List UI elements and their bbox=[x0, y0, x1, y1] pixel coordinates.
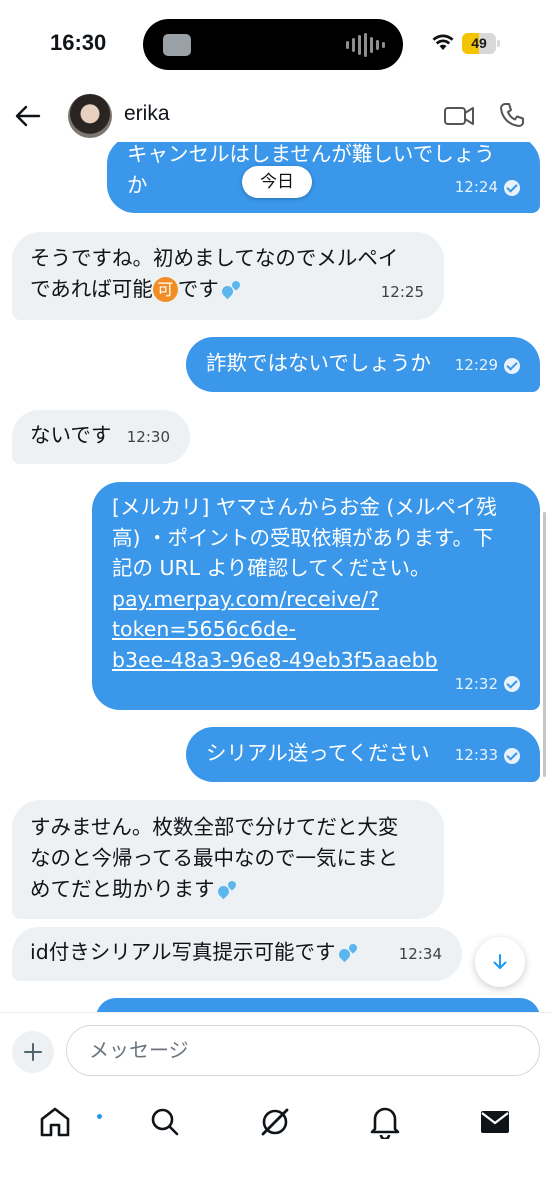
read-receipt-icon bbox=[504, 357, 520, 374]
message-text: なのと今帰ってる最中なので一気にまと bbox=[30, 846, 398, 870]
message-bubble-received[interactable]: id付きシリアル写真提示可能です 12:34 bbox=[12, 927, 462, 981]
message-bubble-sent[interactable]: キャンセルはしませんが難しいでしょう か 12:24 bbox=[107, 142, 540, 213]
grok-icon bbox=[261, 1108, 289, 1136]
sweat-droplets-icon bbox=[219, 277, 243, 299]
kanji-possible-badge-icon: 可 bbox=[152, 277, 178, 302]
message-bubble-sent[interactable] bbox=[96, 998, 540, 1012]
plus-icon bbox=[24, 1043, 42, 1061]
message-text: [メルカリ] ヤマさんからお金 (メルペイ残 bbox=[112, 495, 497, 519]
battery-indicator: 49 bbox=[462, 33, 500, 54]
scroll-to-bottom-button[interactable] bbox=[475, 937, 525, 987]
message-time: 12:30 bbox=[126, 428, 170, 446]
message-text: そうですね。初めましてなのでメルペイ bbox=[30, 246, 399, 270]
message-bubble-sent[interactable]: [メルカリ] ヤマさんからお金 (メルペイ残 高) ・ポイントの受取依頼がありま… bbox=[92, 482, 540, 710]
message-bubble-sent[interactable]: シリアル送ってください 12:33 bbox=[186, 727, 540, 782]
sweat-droplets-icon bbox=[215, 877, 239, 899]
read-receipt-icon bbox=[504, 747, 520, 764]
message-time: 12:33 bbox=[454, 746, 498, 764]
arrow-left-icon[interactable] bbox=[14, 102, 42, 130]
message-text-part: であれば可能 bbox=[30, 277, 153, 301]
message-text: 高) ・ポイントの受取依頼があります。下 bbox=[112, 525, 494, 550]
nav-notifications[interactable] bbox=[365, 1102, 405, 1142]
mail-icon bbox=[481, 1111, 509, 1133]
message-bubble-received[interactable]: すみません。枚数全部で分けてだと大変 なのと今帰ってる最中なので一気にまと めて… bbox=[12, 800, 444, 919]
message-link[interactable]: pay.merpay.com/receive/? bbox=[112, 584, 520, 615]
message-text: キャンセルはしませんが難しいでしょう bbox=[127, 142, 495, 166]
message-time: 12:32 bbox=[454, 674, 498, 693]
message-link[interactable]: token=5656c6de- bbox=[112, 614, 520, 645]
message-text: 記の URL より確認してください。 bbox=[112, 556, 431, 580]
phone-icon[interactable] bbox=[498, 101, 526, 129]
message-time: 12:34 bbox=[398, 945, 442, 963]
contact-avatar[interactable] bbox=[68, 94, 112, 138]
date-separator: 今日 bbox=[242, 166, 312, 198]
bottom-nav bbox=[0, 1088, 552, 1200]
message-time: 12:29 bbox=[454, 356, 498, 374]
attach-button[interactable] bbox=[12, 1031, 54, 1073]
bell-icon bbox=[370, 1107, 400, 1139]
conversation-header: erika bbox=[0, 90, 552, 142]
dynamic-island bbox=[143, 19, 403, 70]
message-text-line: めてだと助かります bbox=[30, 874, 426, 905]
composer: メッセージ bbox=[0, 1012, 552, 1088]
wifi-icon bbox=[432, 34, 454, 50]
nav-search[interactable] bbox=[145, 1102, 185, 1142]
contact-name[interactable]: erika bbox=[124, 102, 170, 126]
now-playing-thumbnail bbox=[163, 34, 191, 56]
scrollbar[interactable] bbox=[543, 512, 546, 777]
message-time: 12:24 bbox=[454, 178, 498, 196]
message-text-part: めてだと助かります bbox=[30, 877, 215, 901]
status-bar: 16:30 49 bbox=[0, 0, 552, 90]
message-input[interactable]: メッセージ bbox=[66, 1025, 540, 1076]
home-icon bbox=[40, 1107, 70, 1137]
message-bubble-sent[interactable]: 詐欺ではないでしょうか 12:29 bbox=[186, 337, 540, 392]
nav-home[interactable] bbox=[35, 1102, 104, 1142]
message-list[interactable]: キャンセルはしませんが難しいでしょう か 12:24 今日 そうですね。初めまし… bbox=[0, 142, 552, 1012]
message-bubble-received[interactable]: そうですね。初めましてなのでメルペイ であれば可能可です 12:25 bbox=[12, 232, 444, 320]
message-text-line: id付きシリアル写真提示可能です bbox=[30, 937, 444, 968]
message-text: すみません。枚数全部で分けてだと大変 bbox=[30, 815, 399, 839]
message-text-part: です bbox=[177, 277, 219, 301]
status-time: 16:30 bbox=[50, 30, 107, 55]
nav-messages[interactable] bbox=[475, 1102, 515, 1142]
notification-dot bbox=[95, 1112, 104, 1121]
video-camera-icon[interactable] bbox=[443, 102, 475, 130]
sweat-droplets-icon bbox=[336, 940, 360, 962]
arrow-down-icon bbox=[493, 954, 507, 969]
battery-percent: 49 bbox=[471, 35, 487, 51]
message-time: 12:25 bbox=[380, 283, 424, 301]
nav-grok[interactable] bbox=[255, 1102, 295, 1142]
message-bubble-received[interactable]: ないです 12:30 bbox=[12, 410, 190, 464]
read-receipt-icon bbox=[504, 675, 520, 692]
message-text-part: id付きシリアル写真提示可能です bbox=[30, 940, 336, 964]
search-icon bbox=[151, 1108, 179, 1136]
read-receipt-icon bbox=[504, 179, 520, 196]
audio-waveform-icon bbox=[346, 33, 385, 57]
message-text-line: であれば可能可です bbox=[30, 274, 426, 305]
